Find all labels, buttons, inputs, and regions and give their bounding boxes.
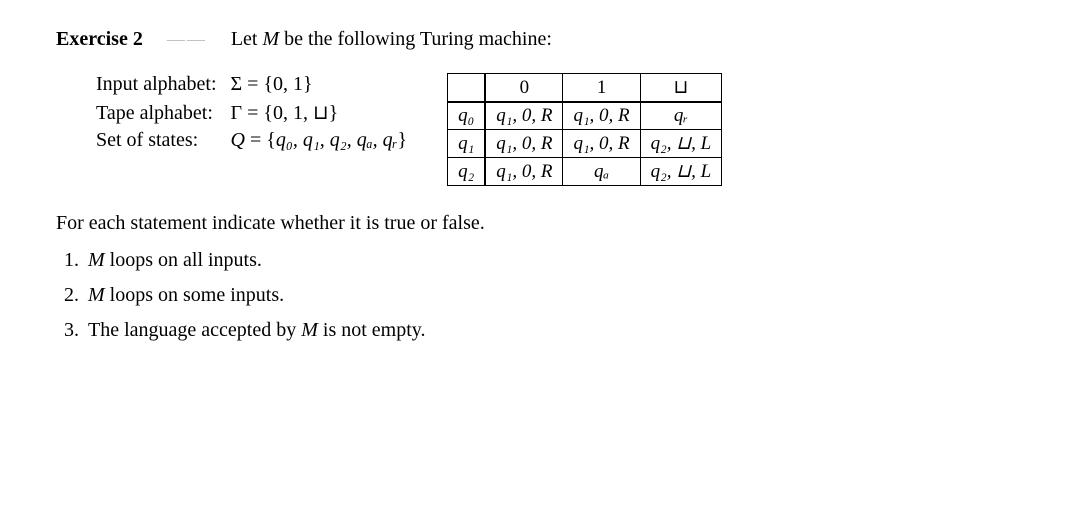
tape-alphabet-label: Tape alphabet: — [96, 102, 217, 125]
definition-and-table: Input alphabet: Σ = {0, 1} Tape alphabet… — [96, 73, 1025, 186]
row-state: q₀ — [448, 102, 486, 130]
transition-table: 0 1 ⊔ q₀ q₁, 0, R q₁, 0, R qᵣ q₁ q₁, 0, … — [447, 73, 722, 186]
row-cell: q₂, ⊔, L — [640, 130, 722, 158]
table-corner-cell — [448, 74, 486, 103]
row-state: q₂ — [448, 158, 486, 186]
row-cell: q₂, ⊔, L — [640, 158, 722, 186]
table-col-1: 1 — [563, 74, 640, 103]
instruction-text: For each statement indicate whether it i… — [56, 212, 1025, 235]
table-header-row: 0 1 ⊔ — [448, 74, 722, 103]
row-cell: q₁, 0, R — [485, 102, 563, 130]
table-row: q₂ q₁, 0, R qₐ q₂, ⊔, L — [448, 158, 722, 186]
row-cell: q₁, 0, R — [563, 102, 640, 130]
input-alphabet-label: Input alphabet: — [96, 73, 217, 96]
exercise-heading: Exercise 2 —— Let M be the following Tur… — [56, 28, 1025, 51]
exercise-intro: Let M be the following Turing machine: — [231, 28, 552, 51]
heading-gap: —— — [167, 29, 207, 50]
input-alphabet-value: Σ = {0, 1} — [231, 73, 408, 96]
list-item: M loops on all inputs. — [84, 249, 1025, 272]
tape-alphabet-value: Γ = {0, 1, ⊔} — [231, 100, 408, 125]
table-row: q₀ q₁, 0, R q₁, 0, R qᵣ — [448, 102, 722, 130]
row-cell: q₁, 0, R — [563, 130, 640, 158]
definitions: Input alphabet: Σ = {0, 1} Tape alphabet… — [96, 73, 407, 152]
list-item: M loops on some inputs. — [84, 284, 1025, 307]
row-cell: q₁, 0, R — [485, 130, 563, 158]
row-cell: qᵣ — [640, 102, 722, 130]
states-value: Q = {q₀, q₁, q₂, qₐ, qᵣ} — [231, 129, 408, 152]
list-item: The language accepted by M is not empty. — [84, 319, 1025, 342]
exercise-label: Exercise 2 — [56, 28, 143, 51]
row-cell: q₁, 0, R — [485, 158, 563, 186]
row-cell: qₐ — [563, 158, 640, 186]
table-row: q₁ q₁, 0, R q₁, 0, R q₂, ⊔, L — [448, 130, 722, 158]
statement-list: M loops on all inputs. M loops on some i… — [84, 249, 1025, 342]
table-col-blank: ⊔ — [640, 74, 722, 103]
table-col-0: 0 — [485, 74, 563, 103]
states-label: Set of states: — [96, 129, 217, 152]
row-state: q₁ — [448, 130, 486, 158]
